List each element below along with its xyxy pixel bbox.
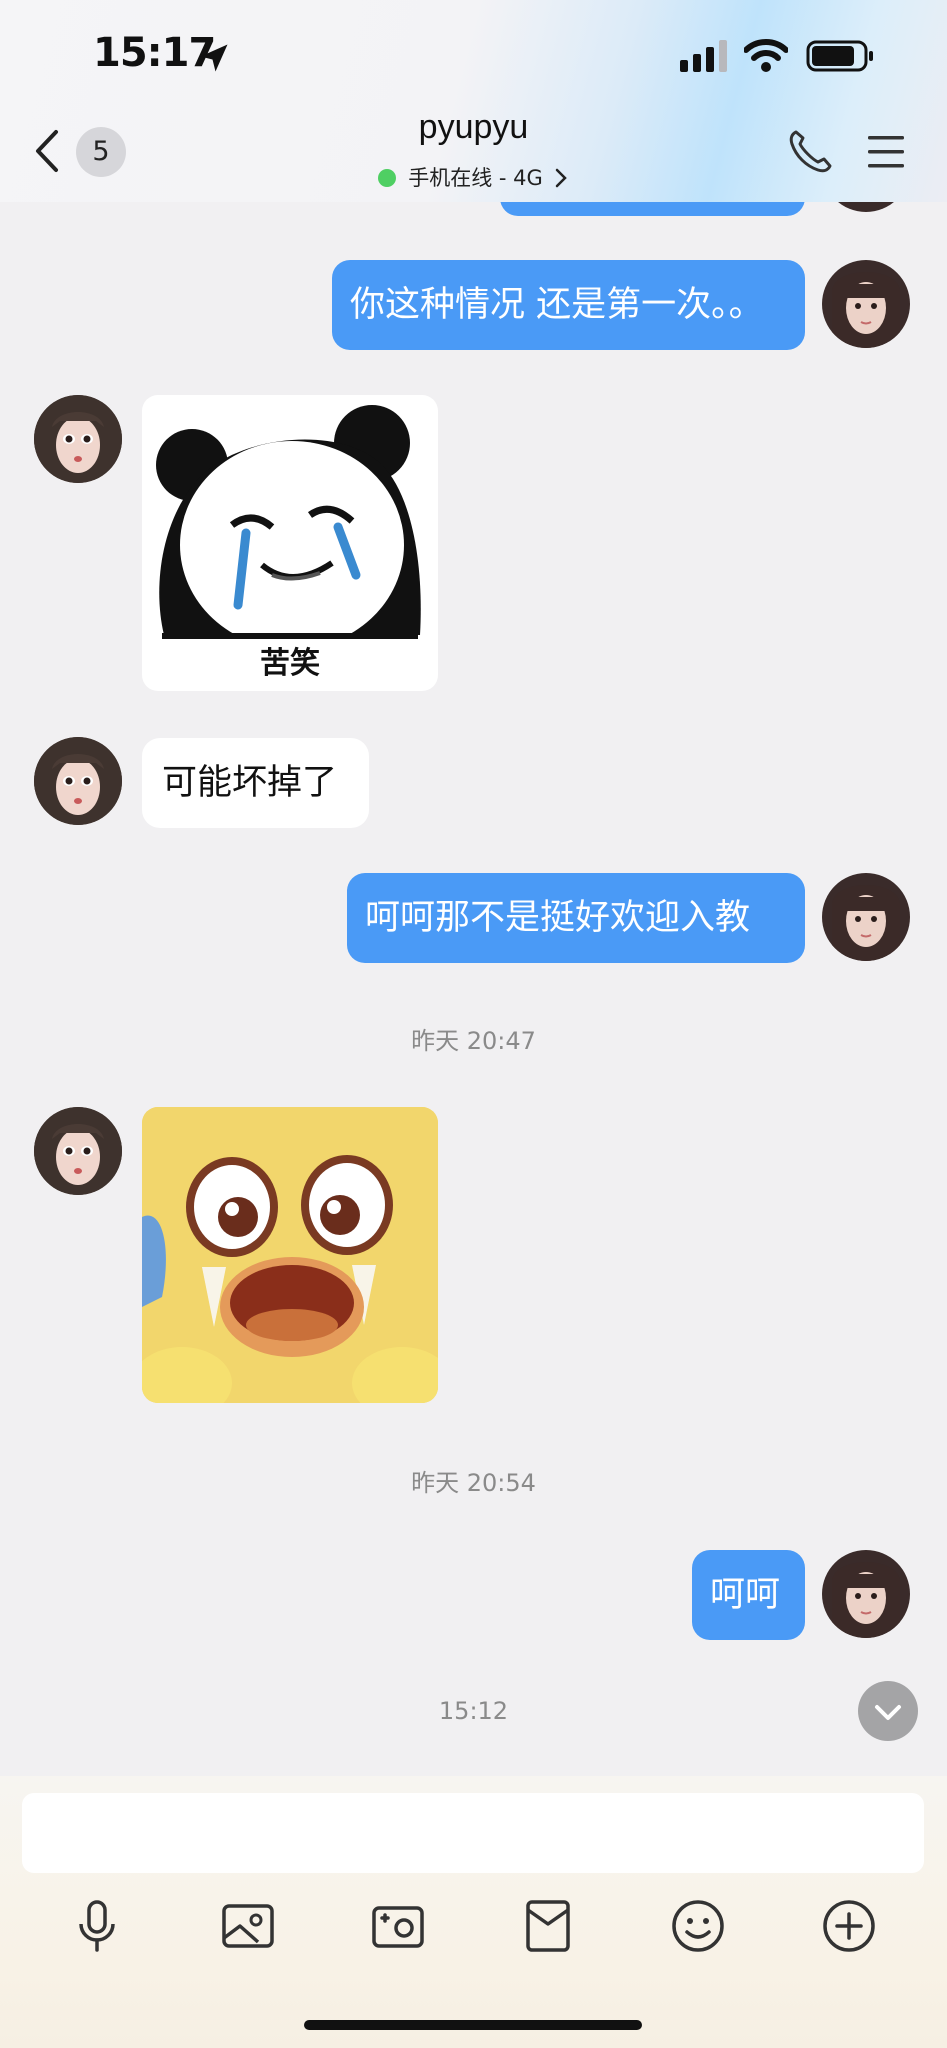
friend-avatar[interactable]: [34, 395, 122, 483]
message-input[interactable]: [22, 1793, 924, 1873]
cellular-signal-icon: [680, 40, 727, 72]
camera-icon[interactable]: [368, 1896, 428, 1956]
microphone-icon[interactable]: [67, 1896, 127, 1956]
timestamp: 15:12: [438, 1697, 509, 1725]
online-status-text: 手机在线 - 4G: [408, 166, 543, 190]
wifi-icon: [744, 39, 788, 72]
my-avatar[interactable]: [822, 260, 910, 348]
home-indicator: [304, 2020, 642, 2030]
location-arrow-icon: [200, 44, 228, 72]
sticker-panda-crying[interactable]: 苦笑: [142, 395, 438, 691]
my-avatar[interactable]: [822, 1550, 910, 1638]
online-dot-icon: [378, 169, 397, 187]
phone-icon[interactable]: [786, 128, 834, 176]
timestamp: 昨天 20:54: [411, 1469, 536, 1497]
message-bubble[interactable]: 你这种情况 还是第一次。。: [332, 260, 805, 350]
emoji-icon[interactable]: [668, 1896, 728, 1956]
friend-avatar[interactable]: [34, 1107, 122, 1195]
input-area: [0, 1776, 947, 2048]
message-bubble[interactable]: 可能坏掉了: [142, 738, 369, 828]
chevron-right-icon: [555, 168, 567, 188]
chevron-down-icon: [875, 1705, 901, 1720]
battery-icon: [806, 40, 873, 72]
top-bar: 15:17 5 pyupyu 手机在线 - 4G: [0, 0, 947, 202]
red-packet-icon[interactable]: [518, 1896, 578, 1956]
sticker-caption: 苦笑: [260, 646, 320, 681]
my-avatar[interactable]: [822, 873, 910, 961]
sticker-crying-duck[interactable]: [142, 1107, 438, 1403]
plus-icon[interactable]: [819, 1896, 879, 1956]
friend-avatar[interactable]: [34, 737, 122, 825]
message-bubble[interactable]: 呵呵: [692, 1550, 805, 1640]
timestamp: 昨天 20:47: [411, 1027, 536, 1055]
menu-icon[interactable]: [866, 132, 906, 172]
message-bubble[interactable]: 呵呵那不是挺好欢迎入教: [347, 873, 805, 963]
image-icon[interactable]: [218, 1896, 278, 1956]
crying-duck-icon: [142, 1107, 438, 1403]
scroll-to-bottom-button[interactable]: [858, 1681, 918, 1741]
